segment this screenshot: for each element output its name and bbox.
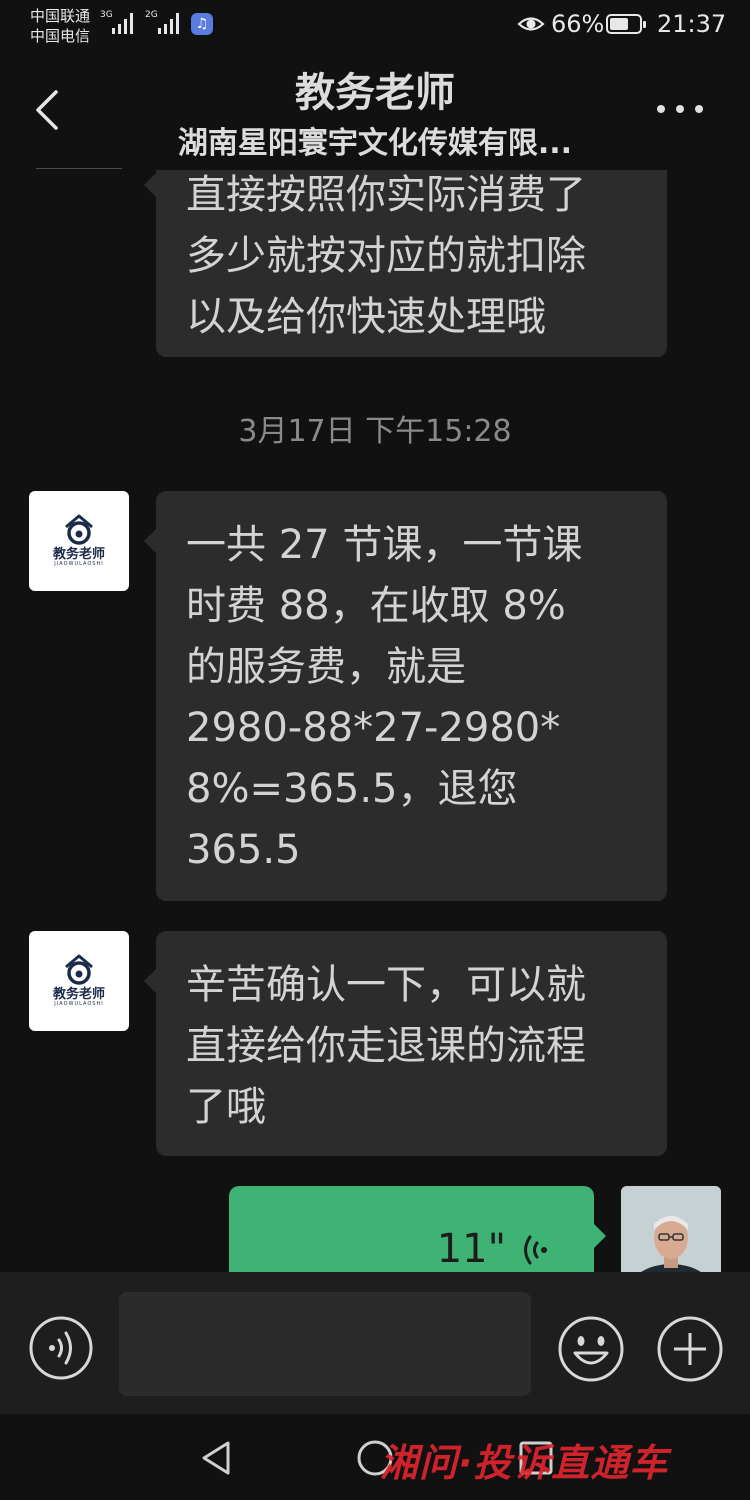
carrier-names: 中国联通 中国电信 (30, 6, 90, 46)
nav-back-icon[interactable] (196, 1438, 236, 1478)
network-type-1: 3G (100, 10, 113, 20)
more-options-icon[interactable] (655, 102, 705, 116)
voice-input-toggle-icon[interactable] (28, 1315, 94, 1381)
signal-bars-1-icon (112, 12, 136, 34)
input-bar (0, 1272, 750, 1414)
voice-wave-icon (524, 1235, 547, 1265)
network-type-2: 2G (145, 10, 158, 20)
battery-fill (610, 18, 628, 30)
emoji-icon[interactable] (557, 1315, 625, 1383)
message-line: 365.5 (186, 827, 301, 873)
clock: 21:37 (657, 10, 727, 38)
carrier-2: 中国电信 (30, 27, 91, 45)
teacher-avatar[interactable]: 教务老师 JIAOWULAOSHI (29, 491, 129, 591)
music-app-icon: ♫ (191, 13, 213, 35)
chat-area[interactable]: 直接按照你实际消费了 多少就按对应的就扣除 以及给你快速处理哦 3月17日 下午… (0, 170, 750, 1272)
message-timestamp: 3月17日 下午15:28 (238, 414, 512, 449)
chat-header: 教务老师 湖南星阳寰宇文化传媒有限... (0, 52, 750, 170)
teacher-avatar[interactable]: 教务老师 JIAOWULAOSHI (29, 931, 129, 1031)
message-line: 多少就按对应的就扣除 (186, 233, 586, 279)
voice-message-bubble[interactable]: 11" (229, 1186, 606, 1272)
avatar-org-name: 教务老师 (52, 987, 105, 1002)
signal-bars-2-icon (158, 12, 182, 34)
message-line: 的服务费，就是 (186, 644, 466, 690)
user-photo (621, 1186, 721, 1272)
avatar-org-name: 教务老师 (52, 547, 105, 562)
carrier-1: 中国联通 (30, 7, 91, 25)
chat-subtitle: 湖南星阳寰宇文化传媒有限... (177, 126, 573, 161)
user-avatar[interactable] (621, 1186, 721, 1272)
message-line: 了哦 (186, 1084, 266, 1130)
house-logo-icon (65, 954, 93, 985)
avatar-org-pinyin: JIAOWULAOSHI (54, 1001, 104, 1007)
more-functions-plus-icon[interactable] (656, 1315, 724, 1383)
watermark-logo: 湘问·投诉直通车 (380, 1441, 669, 1485)
message-line: 直接按照你实际消费了 (186, 172, 586, 218)
message-bubble-confirm[interactable]: 辛苦确认一下，可以就 直接给你走退课的流程 了哦 (144, 931, 667, 1156)
message-line: 2980-88*27-2980* (186, 705, 561, 751)
voice-duration: 11" (436, 1226, 506, 1272)
eye-comfort-icon (517, 17, 545, 31)
chat-title: 教务老师 (295, 70, 455, 116)
header-divider (36, 168, 122, 169)
message-bubble-partial[interactable]: 直接按照你实际消费了 多少就按对应的就扣除 以及给你快速处理哦 (144, 170, 667, 357)
house-logo-icon (65, 514, 93, 545)
battery-icon (606, 14, 646, 34)
message-line: 8%=365.5，退您 (186, 766, 518, 812)
avatar-org-pinyin: JIAOWULAOSHI (54, 561, 104, 567)
status-bar: 中国联通 中国电信 3G 2G ♫ 66% 21:37 (0, 0, 750, 52)
message-line: 时费 88，在收取 8% (186, 583, 566, 629)
message-line: 辛苦确认一下，可以就 (186, 962, 586, 1008)
message-input-field[interactable] (119, 1292, 531, 1396)
system-navigation-bar: 湘问·投诉直通车 (0, 1414, 750, 1500)
message-line: 直接给你走退课的流程 (186, 1023, 586, 1069)
battery-percent: 66% (551, 10, 605, 38)
message-line: 以及给你快速处理哦 (186, 294, 546, 340)
message-line: 一共 27 节课，一节课 (186, 522, 583, 568)
message-bubble-fee[interactable]: 一共 27 节课，一节课 时费 88，在收取 8% 的服务费，就是 2980-8… (144, 491, 667, 901)
